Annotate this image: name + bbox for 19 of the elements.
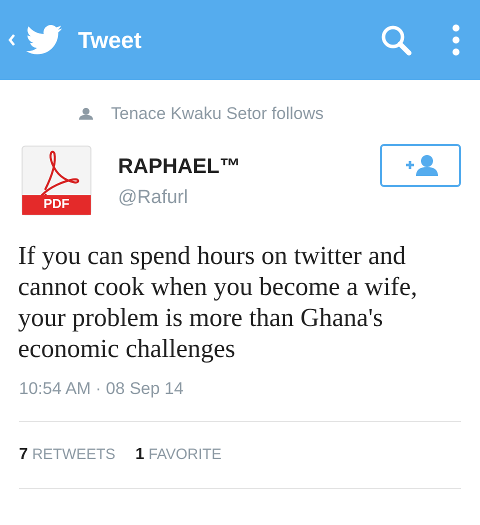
- search-button[interactable]: [380, 24, 412, 56]
- tweet-text: If you can spend hours on twitter and cannot cook when you become a wife, your problem is more than Ghana's economic challenges: [17, 240, 418, 364]
- person-icon: [79, 107, 93, 120]
- bird-logo-icon: [26, 25, 62, 55]
- author-name: RAPHAEL™: [118, 154, 241, 180]
- social-context: Tenace Kwaku Setor follows: [111, 103, 324, 125]
- overflow-menu-button[interactable]: [452, 24, 460, 56]
- timestamp: 10:54 AM · 08 Sep 14: [18, 378, 184, 400]
- screen-title: Tweet: [78, 26, 142, 55]
- avatar-label: PDF: [44, 195, 70, 214]
- stat-count[interactable]: 7 RETWEETS: [19, 443, 116, 467]
- search-icon: [380, 24, 412, 56]
- stat-count[interactable]: 1 FAVORITE: [135, 443, 222, 467]
- pdf-file-icon: [19, 142, 94, 218]
- back-icon: [8, 34, 16, 46]
- follow-button[interactable]: [380, 144, 461, 186]
- back-button[interactable]: [8, 34, 16, 46]
- author-handle: @Rafurl: [118, 186, 189, 210]
- more-icon: [452, 24, 460, 56]
